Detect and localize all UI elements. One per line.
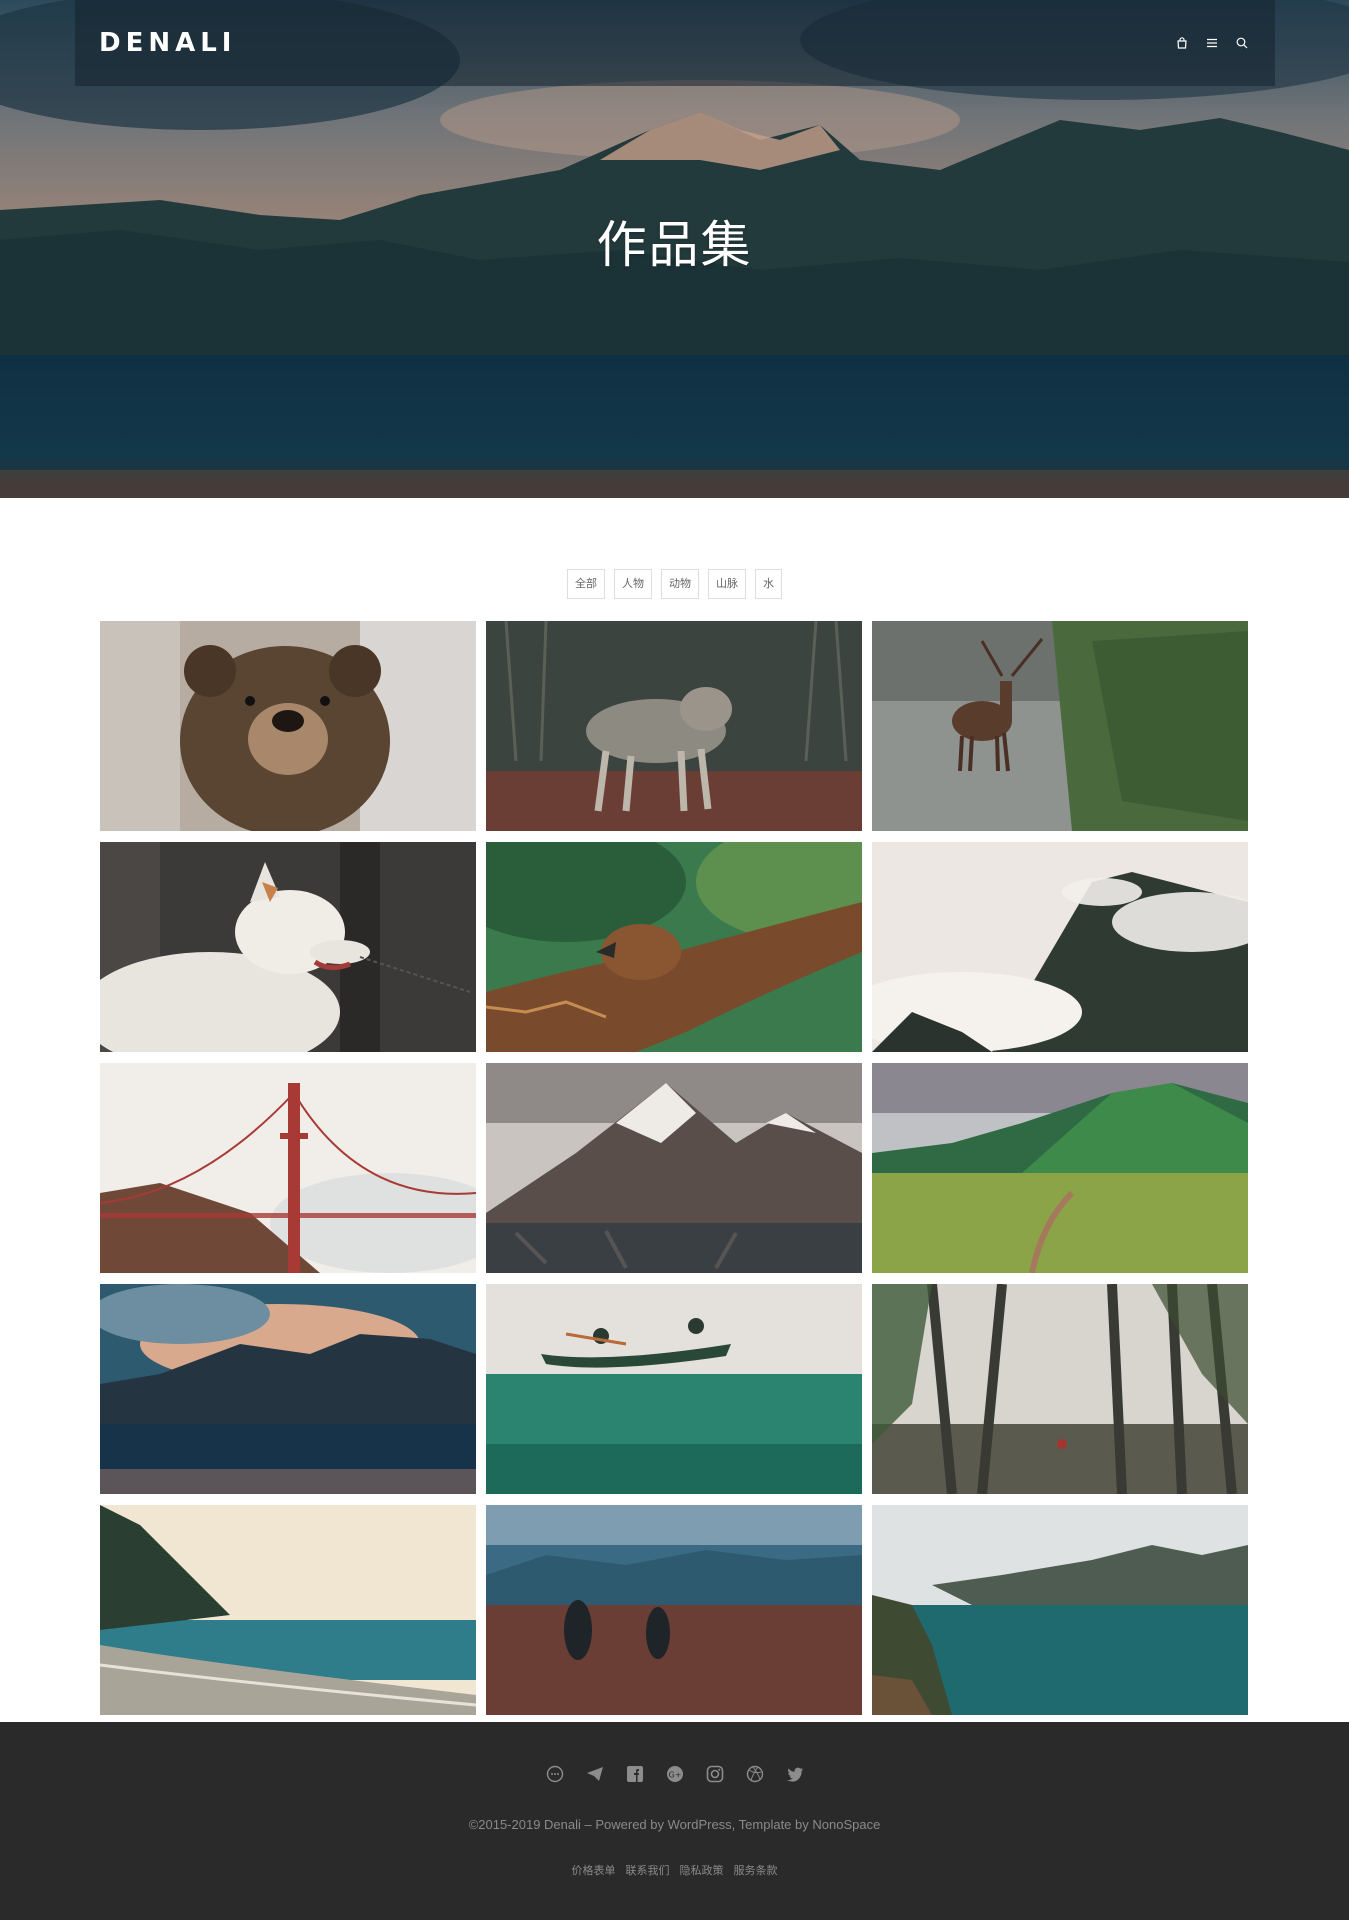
copyright-text: ©2015-2019 Denali – Powered by WordPress… bbox=[468, 1817, 881, 1832]
page-title: 作品集 bbox=[596, 216, 753, 274]
gallery-item-deer[interactable] bbox=[872, 621, 1248, 831]
instagram-icon[interactable] bbox=[705, 1764, 724, 1783]
header-actions bbox=[1175, 36, 1249, 50]
footer-link-privacy[interactable]: 隐私政策 bbox=[680, 1862, 724, 1878]
dribbble-icon[interactable] bbox=[745, 1764, 764, 1783]
gallery-item-green-hills[interactable] bbox=[872, 1063, 1248, 1273]
gallery-item-foggy-forest[interactable] bbox=[872, 1284, 1248, 1494]
facebook-icon[interactable] bbox=[625, 1764, 644, 1783]
footer-link-contact[interactable]: 联系我们 bbox=[626, 1862, 670, 1878]
bag-icon[interactable] bbox=[1175, 36, 1189, 50]
filter-animals[interactable]: 动物 bbox=[661, 569, 699, 599]
filter-all[interactable]: 全部 bbox=[567, 569, 605, 599]
menu-icon[interactable] bbox=[1205, 36, 1219, 50]
site-footer: G+ ©2015-2019 Denali – Powered by WordPr… bbox=[0, 1722, 1349, 1920]
footer-links: 价格表单 联系我们 隐私政策 服务条款 bbox=[0, 1862, 1349, 1878]
portfolio-filters: 全部 人物 动物 山脉 水 bbox=[0, 569, 1349, 599]
telegram-icon[interactable] bbox=[585, 1764, 604, 1783]
gallery-item-field-people[interactable] bbox=[486, 1505, 862, 1715]
gallery-item-bear[interactable] bbox=[100, 621, 476, 831]
gallery-item-white-dog[interactable] bbox=[100, 842, 476, 1052]
gallery-item-beach[interactable] bbox=[100, 1505, 476, 1715]
gallery-item-eagle[interactable] bbox=[486, 842, 862, 1052]
gallery-item-wolf[interactable] bbox=[486, 621, 862, 831]
svg-text:G+: G+ bbox=[668, 1770, 681, 1779]
portfolio-gallery bbox=[100, 621, 1248, 1715]
gallery-item-fjord[interactable] bbox=[872, 1505, 1248, 1715]
gallery-item-canoe[interactable] bbox=[486, 1284, 862, 1494]
gallery-item-snowy-mountain-lake[interactable] bbox=[486, 1063, 862, 1273]
footer-link-pricing[interactable]: 价格表单 bbox=[572, 1862, 616, 1878]
site-header: DENALI bbox=[75, 0, 1275, 86]
search-icon[interactable] bbox=[1235, 36, 1249, 50]
filter-water[interactable]: 水 bbox=[755, 569, 782, 599]
site-logo[interactable]: DENALI bbox=[99, 28, 236, 58]
twitter-icon[interactable] bbox=[785, 1764, 804, 1783]
google-plus-icon[interactable]: G+ bbox=[665, 1764, 684, 1783]
filter-mountains[interactable]: 山脉 bbox=[708, 569, 746, 599]
filter-people[interactable]: 人物 bbox=[614, 569, 652, 599]
gallery-item-misty-mountain[interactable] bbox=[872, 842, 1248, 1052]
gallery-item-mountain-lake[interactable] bbox=[100, 1284, 476, 1494]
social-links: G+ bbox=[0, 1764, 1349, 1783]
chat-icon[interactable] bbox=[545, 1764, 564, 1783]
gallery-item-golden-gate-bridge[interactable] bbox=[100, 1063, 476, 1273]
footer-link-terms[interactable]: 服务条款 bbox=[734, 1862, 778, 1878]
